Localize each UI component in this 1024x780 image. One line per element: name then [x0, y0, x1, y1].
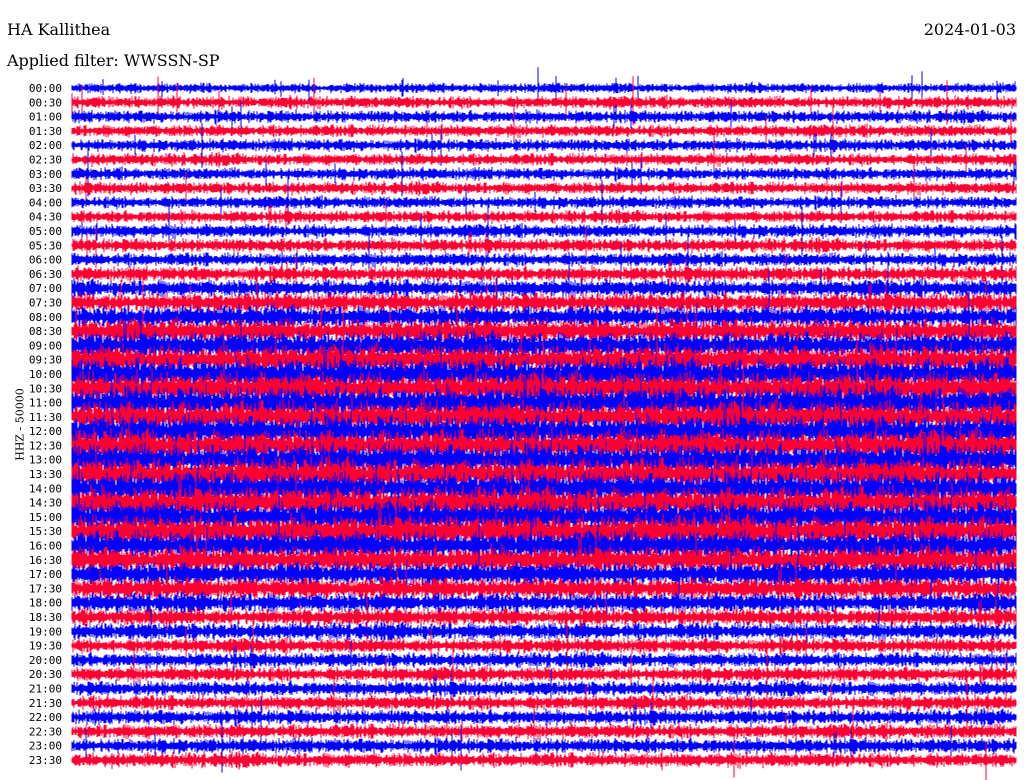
filter-label: Applied filter: WWSSN-SP: [7, 51, 220, 70]
row-time-label: 20:00: [29, 654, 62, 667]
row-time-label: 13:00: [29, 454, 62, 467]
row-time-label: 06:00: [29, 254, 62, 267]
row-time-label: 12:00: [29, 425, 62, 438]
row-time-label: 18:30: [29, 611, 62, 624]
row-time-label: 02:30: [29, 153, 62, 166]
row-time-label: 15:30: [29, 525, 62, 538]
row-time-label: 00:30: [29, 96, 62, 109]
row-time-label: 22:00: [29, 711, 62, 724]
row-time-label: 21:30: [29, 697, 62, 710]
row-time-label: 02:00: [29, 139, 62, 152]
row-time-label: 18:00: [29, 597, 62, 610]
row-time-label: 11:00: [29, 397, 62, 410]
row-time-label: 12:30: [29, 439, 62, 452]
row-time-label: 06:30: [29, 268, 62, 281]
row-time-label: 15:00: [29, 511, 62, 524]
row-time-label: 07:00: [29, 282, 62, 295]
row-time-label: 01:00: [29, 111, 62, 124]
row-time-label: 04:30: [29, 211, 62, 224]
row-time-label: 05:30: [29, 239, 62, 252]
row-time-label: 08:30: [29, 325, 62, 338]
row-time-label: 05:00: [29, 225, 62, 238]
row-time-label: 10:30: [29, 382, 62, 395]
seismic-trace-0330: [71, 162, 1017, 203]
row-time-label: 16:30: [29, 554, 62, 567]
row-time-label: 09:30: [29, 354, 62, 367]
row-time-label: 17:00: [29, 568, 62, 581]
row-time-label: 16:00: [29, 540, 62, 553]
row-time-label: 19:00: [29, 625, 62, 638]
row-time-label: 09:00: [29, 339, 62, 352]
row-time-label: 19:30: [29, 640, 62, 653]
row-time-label: 04:00: [29, 196, 62, 209]
row-time-label: 00:00: [29, 82, 62, 95]
row-time-label: 10:00: [29, 368, 62, 381]
row-time-label: 08:00: [29, 311, 62, 324]
row-time-label: 11:30: [29, 411, 62, 424]
row-time-label: 03:30: [29, 182, 62, 195]
row-time-label: 23:00: [29, 740, 62, 753]
seismic-trace-2330: [71, 729, 1017, 780]
row-time-label: 07:30: [29, 296, 62, 309]
row-time-label: 14:30: [29, 497, 62, 510]
row-time-label: 17:30: [29, 582, 62, 595]
row-time-label: 03:00: [29, 168, 62, 181]
row-time-label: 01:30: [29, 125, 62, 138]
row-time-label: 13:30: [29, 468, 62, 481]
row-time-label: 22:30: [29, 725, 62, 738]
row-time-label: 23:30: [29, 754, 62, 767]
row-time-label: 21:00: [29, 683, 62, 696]
helicorder-plot: 00:0000:30 01:0001:3002:0002:30 03:0003:30…: [29, 67, 1017, 780]
row-time-label: 20:30: [29, 668, 62, 681]
row-time-label: 14:00: [29, 482, 62, 495]
